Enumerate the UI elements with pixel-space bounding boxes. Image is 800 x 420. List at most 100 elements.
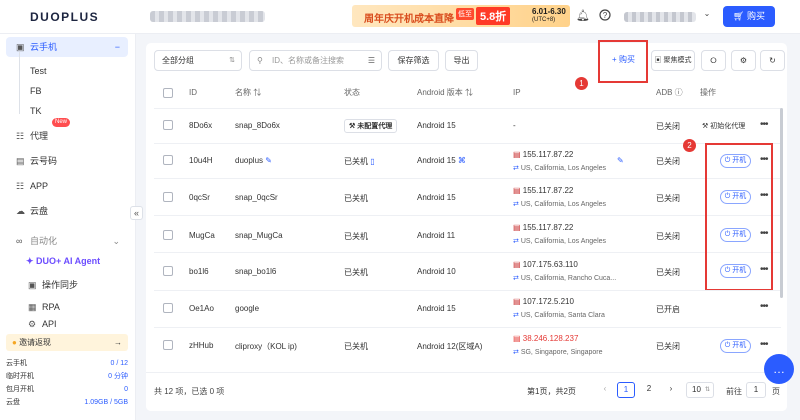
user-account[interactable] bbox=[624, 12, 696, 22]
us-flag-icon: ▤ bbox=[513, 150, 523, 159]
stat-value: 0 / 12 bbox=[110, 360, 128, 367]
group-select[interactable]: 全部分组 ⇅ bbox=[154, 50, 242, 71]
swap-icon: ⇄ bbox=[513, 238, 521, 245]
swap-icon: ⇄ bbox=[513, 165, 521, 172]
page-2-button[interactable]: 2 bbox=[640, 382, 658, 398]
row-android-cell: Android 15 ⌘ bbox=[417, 156, 466, 165]
ip-value: 38.246.128.237 bbox=[522, 334, 579, 343]
edit-icon[interactable]: ✎ bbox=[263, 156, 272, 165]
sidebar-item-api[interactable]: ⚙ API bbox=[28, 318, 128, 330]
select-all-checkbox[interactable] bbox=[163, 88, 173, 98]
collapse-icon: − bbox=[114, 42, 120, 52]
stat-value: 0 bbox=[124, 386, 128, 393]
more-icon[interactable]: ••• bbox=[760, 339, 768, 350]
col-android[interactable]: Android 版本 ⇅ bbox=[417, 85, 473, 101]
search-input[interactable]: ⚲ ID、名称或备注搜索 ☰ bbox=[249, 50, 382, 71]
help-icon[interactable]: ? bbox=[598, 9, 612, 23]
tag-icon[interactable]: ⭘ bbox=[701, 50, 726, 71]
ip-value: 155.117.87.22 bbox=[522, 223, 574, 232]
header-buy-button[interactable]: 🛒︎ 购买 bbox=[723, 6, 775, 27]
save-filter-button[interactable]: 保存筛选 bbox=[388, 50, 439, 71]
invite-banner[interactable]: ● 邀请返现 → bbox=[6, 334, 128, 351]
row-location: ⇄ US, California, Los Angeles bbox=[513, 164, 606, 172]
chat-support-button[interactable]: … bbox=[764, 354, 794, 384]
sidebar-sub-test[interactable]: Test bbox=[30, 66, 47, 76]
row-checkbox[interactable] bbox=[163, 266, 173, 276]
row-ip: ▤ 155.117.87.22 bbox=[513, 150, 573, 159]
sidebar-item-cloud-phone[interactable]: ▣ 云手机 − bbox=[6, 37, 128, 57]
row-checkbox[interactable] bbox=[163, 303, 173, 313]
rpa-icon: ▦ bbox=[28, 302, 37, 312]
page-1-button[interactable]: 1 bbox=[617, 382, 635, 398]
config-proxy-tag[interactable]: ⚒ 未配置代理 bbox=[344, 119, 398, 133]
sidebar-item-app[interactable]: ☷ APP bbox=[6, 176, 128, 196]
sidebar-label: 云号码 bbox=[30, 156, 58, 166]
settings-icon[interactable]: ⚙ bbox=[731, 50, 756, 71]
row-status: 已关机 bbox=[344, 268, 368, 277]
sidebar-label: 代理 bbox=[30, 131, 49, 141]
sidebar-item-ai-agent[interactable]: ✦ DUO+ AI Agent bbox=[26, 256, 100, 267]
table-scrollbar[interactable] bbox=[780, 108, 783, 298]
row-id: 10u4H bbox=[189, 156, 213, 165]
sidebar-item-cloud-disk[interactable]: ☁︎ 云盘 bbox=[6, 201, 128, 221]
col-name[interactable]: 名称 ⇅ bbox=[235, 85, 261, 101]
banner-timezone: (UTC+8) bbox=[532, 17, 556, 23]
promo-banner[interactable]: 周年庆开机成本直降 低至 5.8折 6.01-6.30 (UTC+8) bbox=[352, 5, 570, 27]
more-icon[interactable]: ••• bbox=[760, 301, 768, 312]
col-android-label: Android 版本 bbox=[417, 88, 463, 97]
ip-value: 107.172.5.210 bbox=[522, 297, 574, 306]
init-proxy-button[interactable]: ⚒ 初始化代理 bbox=[702, 121, 745, 131]
sidebar-item-rpa[interactable]: ▦ RPA bbox=[28, 297, 128, 317]
export-button[interactable]: 导出 bbox=[445, 50, 478, 71]
power-on-button[interactable]: ⏻ 开机 bbox=[720, 339, 751, 353]
us-flag-icon: ▤ bbox=[513, 297, 523, 306]
page-size-select[interactable]: 10 ⇅ bbox=[686, 382, 714, 398]
row-checkbox[interactable] bbox=[163, 155, 173, 165]
row-id: MugCa bbox=[189, 231, 215, 240]
row-name: duoplus bbox=[235, 156, 264, 165]
sidebar-item-automation[interactable]: ∞ 自动化 ⌄ bbox=[6, 231, 128, 251]
sidebar-sub-fb[interactable]: FB bbox=[30, 86, 42, 96]
sidebar-item-sync[interactable]: ▣ 操作同步 bbox=[28, 275, 128, 295]
ip-value: 155.117.87.22 bbox=[522, 186, 574, 195]
next-page-button[interactable]: › bbox=[662, 382, 680, 398]
app-logo[interactable]: DUOPLUS bbox=[30, 10, 99, 24]
row-status: 已关机 bbox=[344, 194, 368, 203]
init-proxy-label: 初始化代理 bbox=[710, 123, 746, 130]
row-checkbox[interactable] bbox=[163, 230, 173, 240]
infinity-icon: ∞ bbox=[16, 236, 23, 246]
edit-ip-icon[interactable]: ✎ bbox=[617, 156, 624, 165]
chevron-down-icon[interactable]: ⌄ bbox=[700, 9, 714, 23]
row-ip: ▤ 38.246.128.237 bbox=[513, 334, 578, 343]
sidebar-collapse-button[interactable]: « bbox=[130, 206, 143, 220]
more-icon[interactable]: ••• bbox=[760, 119, 768, 130]
sidebar-item-proxy[interactable]: ☷ 代理 bbox=[6, 126, 128, 146]
filter-icon[interactable]: ☰ bbox=[368, 51, 375, 70]
bell-icon[interactable]: 🔔︎ bbox=[576, 9, 590, 23]
sidebar-label: 自动化 bbox=[30, 236, 58, 246]
banner-discount: 5.8折 bbox=[476, 7, 511, 25]
row-checkbox[interactable] bbox=[163, 192, 173, 202]
search-placeholder: ID、名称或备注搜索 bbox=[272, 56, 344, 65]
stat-row: 云手机 0 / 12 bbox=[6, 357, 128, 370]
focus-mode-button[interactable]: ▣ 聚焦模式 bbox=[651, 50, 695, 71]
row-checkbox[interactable] bbox=[163, 340, 173, 350]
row-adb: 已关闭 bbox=[656, 342, 680, 351]
row-adb: 已开启 bbox=[656, 305, 680, 314]
stat-row: 临时开机 0 分钟 bbox=[6, 370, 128, 383]
refresh-icon[interactable]: ↻ bbox=[760, 50, 785, 71]
row-android: Android 15 bbox=[417, 156, 456, 165]
sidebar-item-cloud-code[interactable]: ▤ 云号码 bbox=[6, 151, 128, 171]
sort-icon: ⇅ bbox=[704, 387, 710, 393]
goto-page-input[interactable]: 1 bbox=[746, 382, 766, 398]
row-android: Android 15 bbox=[417, 121, 456, 130]
row-android: Android 10 bbox=[417, 267, 456, 276]
power-on-label: 开机 bbox=[732, 342, 747, 349]
row-name: snap_0qcSr bbox=[235, 193, 278, 202]
prev-page-button[interactable]: ‹ bbox=[596, 382, 614, 398]
row-checkbox[interactable] bbox=[163, 120, 173, 130]
sidebar-label: API bbox=[42, 319, 57, 329]
swap-icon: ⇄ bbox=[513, 312, 521, 319]
sidebar-sub-tk[interactable]: TK bbox=[30, 106, 42, 116]
new-badge: New bbox=[52, 118, 71, 127]
